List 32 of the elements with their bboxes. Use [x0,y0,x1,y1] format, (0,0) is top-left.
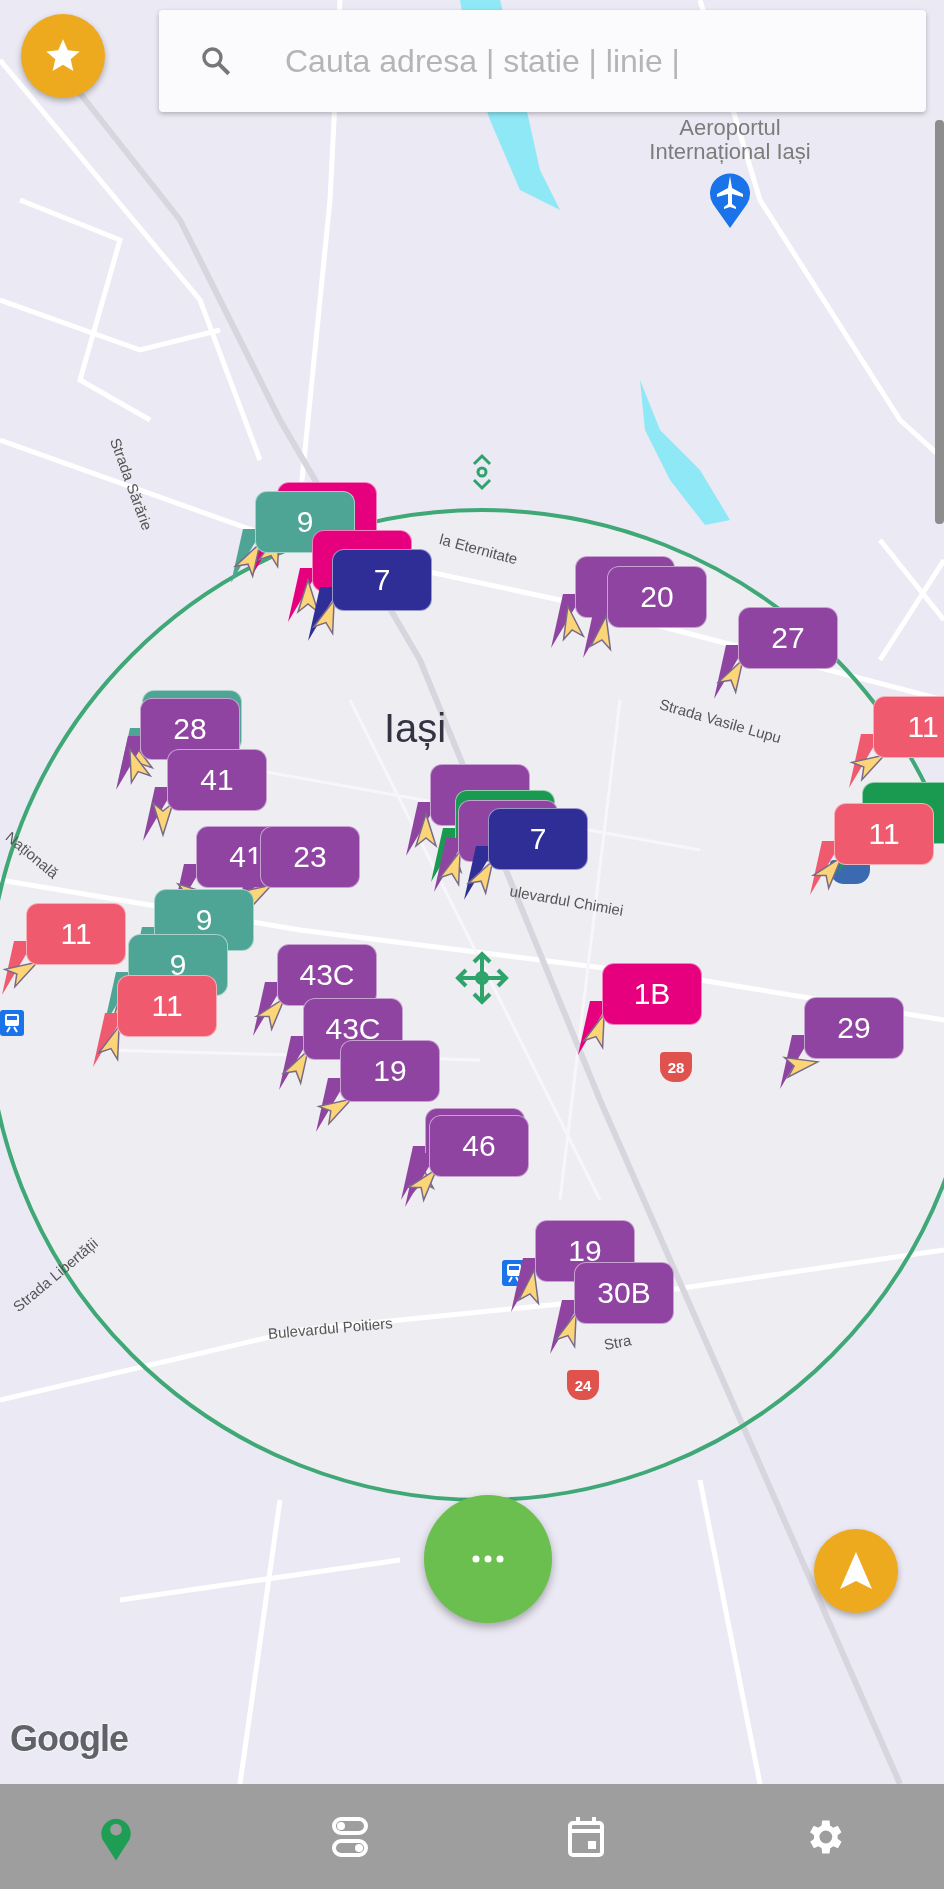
street-label: Stra [602,1331,633,1353]
move-handle-icon[interactable] [454,950,510,1006]
road-shield: 28 [660,1052,692,1082]
street-label: Strada Sărărie [107,435,157,533]
resize-handle-icon[interactable] [471,452,493,492]
city-label: Iași [384,706,447,751]
bus-route-marker[interactable]: 20 [607,566,707,628]
route-icon [330,1814,370,1859]
bus-route-marker[interactable]: 11 [117,975,217,1037]
bus-route-marker[interactable]: 1B [602,963,702,1025]
bus-route-marker[interactable]: 43C [277,944,377,1006]
street-label: ulevardul Chimiei [508,882,625,919]
search-field[interactable]: Cauta adresa | statie | linie | [159,10,926,112]
bus-route-marker[interactable]: 7 [488,808,588,870]
bus-route-marker[interactable]: 11 [26,903,126,965]
airport-label: Aeroportul Internațional Iași [648,116,812,165]
bus-route-marker[interactable]: 11 [834,803,934,865]
bus-route-marker[interactable]: 11 [873,696,944,758]
street-label: Strada Vasile Lupu [657,695,784,747]
street-label: Bulevardul Poitiers [267,1314,394,1342]
scrollbar[interactable] [935,120,944,524]
google-logo: Google [10,1718,128,1760]
road-shield: 24 [567,1370,599,1400]
train-station-icon [0,1010,24,1036]
bus-route-marker[interactable]: 29 [804,997,904,1059]
bus-route-marker[interactable]: 41 [167,749,267,811]
bus-route-marker[interactable]: 30B [574,1262,674,1324]
bus-route-marker[interactable]: 7 [332,549,432,611]
calendar-icon [566,1814,606,1859]
bus-route-marker[interactable]: 27 [738,607,838,669]
bus-route-marker[interactable]: 23 [260,826,360,888]
bus-route-marker[interactable]: 19 [340,1040,440,1102]
